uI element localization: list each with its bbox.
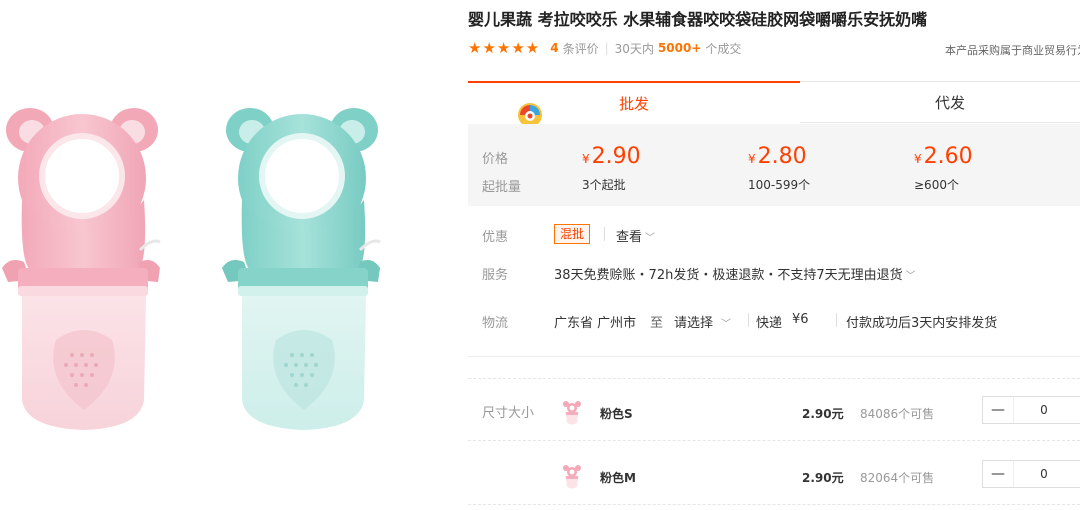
- ship-origin: 广东省 广州市: [554, 316, 637, 331]
- divider: [604, 227, 605, 241]
- currency-symbol: ¥: [748, 152, 756, 166]
- price-tiers: 价格 起批量 ¥2.90 3个起批 ¥2.80 100-599个 ¥2.60 ≥…: [468, 124, 1080, 206]
- divider: |: [604, 41, 609, 55]
- decrement-button[interactable]: —: [983, 397, 1013, 423]
- tab-dropship[interactable]: 代发: [800, 81, 1080, 123]
- service-label: 服务: [482, 268, 509, 283]
- mint-feeder: [222, 108, 381, 430]
- ship-to-label: 至: [650, 316, 664, 331]
- sku-price-unit: 元: [831, 471, 844, 485]
- purchase-mode-tabs: 批发 代发: [468, 81, 1080, 127]
- section-divider: [468, 378, 1080, 380]
- sku-price: 2.90元: [802, 405, 844, 422]
- chevron-down-icon: ﹀: [905, 271, 916, 282]
- rating-row: ★★★★★ 4 条评价 | 30天内 5000+ 个成交: [468, 38, 741, 58]
- rating-stars-icon: ★★★★★: [468, 39, 541, 57]
- tier-price: 2.90: [591, 144, 641, 169]
- product-title: 婴儿果蔬 考拉咬咬乐 水果辅食器咬咬袋硅胶网袋嚼嚼乐安抚奶嘴: [468, 10, 928, 29]
- sku-price-value: 2.90: [802, 407, 832, 421]
- sku-thumbnail[interactable]: [562, 464, 582, 490]
- tier-price: 2.80: [757, 144, 807, 169]
- chevron-down-icon: ﹀: [645, 233, 656, 244]
- row-divider: [468, 440, 1080, 442]
- sku-stock: 82064个可售: [860, 471, 935, 485]
- currency-symbol: ¥: [914, 152, 922, 166]
- destination-value: 请选择: [674, 316, 714, 331]
- quantity-stepper: —: [982, 396, 1080, 424]
- logistics-label: 物流: [482, 316, 509, 331]
- sku-name: 粉色S: [600, 407, 633, 421]
- sku-row: 粉色M 2.90元 82064个可售 —: [452, 456, 1080, 510]
- sku-stock: 84086个可售: [860, 407, 935, 421]
- moq-label: 起批量: [482, 180, 522, 195]
- trade-notice: 本产品采购属于商业贸易行为: [945, 44, 1080, 57]
- product-photo: [2, 108, 381, 430]
- service-text: 38天免费赊账・72h发货・极速退款・不支持7天无理由退货: [554, 268, 903, 283]
- tier-range: ≥600个: [914, 178, 959, 192]
- quantity-input[interactable]: [1013, 397, 1074, 423]
- tier-range: 3个起批: [582, 178, 626, 192]
- review-label[interactable]: 条评价: [563, 40, 599, 57]
- sku-name: 粉色M: [600, 471, 636, 485]
- decrement-button[interactable]: —: [983, 461, 1013, 487]
- sales-period: 30天内: [614, 41, 654, 56]
- divider: [748, 313, 749, 327]
- sku-thumbnail[interactable]: [562, 400, 582, 426]
- sales-label: 个成交: [705, 41, 742, 56]
- service-terms[interactable]: 38天免费赊账・72h发货・极速退款・不支持7天无理由退货 ﹀: [554, 264, 916, 283]
- sku-price: 2.90元: [802, 469, 844, 486]
- sku-row: 粉色S 2.90元 84086个可售 —: [452, 392, 1080, 446]
- review-count[interactable]: 4: [550, 41, 558, 55]
- offers-label: 优惠: [482, 230, 509, 245]
- section-divider: [468, 356, 1080, 357]
- destination-select[interactable]: 请选择 ﹀: [674, 312, 731, 331]
- pink-feeder: [2, 108, 161, 430]
- divider: [836, 313, 837, 327]
- shipping-fee: ¥6: [792, 312, 809, 327]
- currency-symbol: ¥: [582, 152, 590, 166]
- tier-range: 100-599个: [748, 178, 811, 192]
- sales-count: 5000+: [657, 41, 702, 55]
- shipping-note: 付款成功后3天内安排发货: [846, 316, 998, 331]
- product-info-panel: 婴儿果蔬 考拉咬咬乐 水果辅食器咬咬袋硅胶网袋嚼嚼乐安抚奶嘴 ★★★★★ 4 条…: [452, 0, 1080, 506]
- tier-price: 2.60: [923, 144, 973, 169]
- sku-price-unit: 元: [831, 407, 844, 421]
- express-label: 快递: [756, 316, 783, 331]
- quantity-input[interactable]: [1013, 461, 1074, 487]
- quantity-stepper: —: [982, 460, 1080, 488]
- sku-price-value: 2.90: [802, 471, 832, 485]
- product-image[interactable]: [0, 0, 452, 506]
- view-offers-link[interactable]: 查看 ﹀: [616, 226, 655, 245]
- chevron-down-icon: ﹀: [721, 319, 732, 330]
- view-offers-label: 查看: [616, 230, 643, 245]
- price-label: 价格: [482, 152, 509, 167]
- mixed-batch-tag: 混批: [554, 224, 591, 244]
